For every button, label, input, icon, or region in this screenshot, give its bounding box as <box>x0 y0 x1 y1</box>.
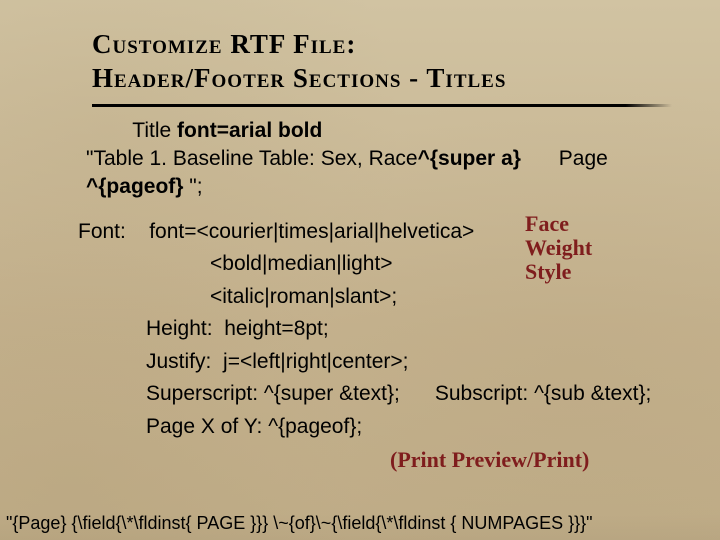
title-line-3: ^{pageof} "; <box>86 173 660 201</box>
heading-line-1: Customize RTF File: <box>92 28 720 62</box>
def-height-value: height=8pt; <box>224 317 329 340</box>
annotation-face-weight-style: Face Weight Style <box>525 212 592 285</box>
def-sub-label: Subscript: <box>435 382 528 405</box>
title-label: Title <box>132 119 171 142</box>
def-justify-label: Justify: <box>146 350 211 373</box>
def-super-label: Superscript: <box>146 382 258 405</box>
title-example-prefix: "Table 1. Baseline Table: Sex, Race <box>86 147 418 170</box>
def-pagexy-value: ^{pageof}; <box>268 415 362 438</box>
annotation-style: Style <box>525 260 592 284</box>
def-pagexy-label: Page X of Y: <box>146 415 262 438</box>
title-pageof-token: ^{pageof} <box>86 175 183 198</box>
def-height-label: Height: <box>146 317 213 340</box>
title-font-bold: font=arial bold <box>177 119 322 142</box>
slide-heading: Customize RTF File: Header/Footer Sectio… <box>0 0 720 98</box>
def-sub-value: ^{sub &text}; <box>534 382 651 405</box>
title-line-1: Title font=arial bold <box>86 117 660 145</box>
definitions-block: Font: font=<courier|times|arial|helvetic… <box>0 202 720 444</box>
title-page-label: Page <box>559 145 608 173</box>
def-justify: Justify: j=<left|right|center>; <box>146 346 660 379</box>
def-bold-value: <bold|median|light> <box>210 248 660 281</box>
def-super-value: ^{super &text}; <box>264 382 400 405</box>
annotation-print-preview: (Print Preview/Print) <box>390 448 589 472</box>
title-block: Title font=arial bold "Table 1. Baseline… <box>0 107 720 202</box>
rtf-code-line: "{Page} {\field{\*\fldinst{ PAGE }}} \~{… <box>6 513 714 534</box>
title-super-token: ^{super a} <box>418 147 521 170</box>
heading-line-2: Header/Footer Sections - Titles <box>92 62 720 96</box>
annotation-face: Face <box>525 212 592 236</box>
def-italic-value: <italic|roman|slant>; <box>210 281 660 314</box>
def-justify-value: j=<left|right|center>; <box>223 350 408 373</box>
annotation-weight: Weight <box>525 236 592 260</box>
def-pagexy: Page X of Y: ^{pageof}; <box>146 411 660 444</box>
title-line-2: "Table 1. Baseline Table: Sex, Race^{sup… <box>86 145 660 173</box>
def-font-value: font=<courier|times|arial|helvetica> <box>149 220 474 243</box>
title-example-suffix: "; <box>183 175 202 198</box>
def-super-sub: Superscript: ^{super &text}; Subscript: … <box>146 378 660 411</box>
def-height: Height: height=8pt; <box>146 313 660 346</box>
def-font-label: Font: <box>78 220 126 243</box>
